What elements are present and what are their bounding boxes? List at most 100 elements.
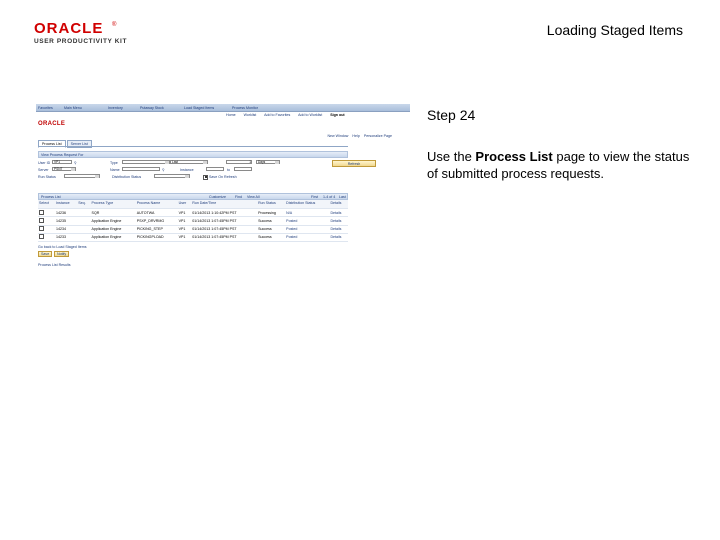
col-distribution-status[interactable]: Distribution Status [285, 200, 330, 210]
row-checkbox[interactable] [39, 226, 44, 232]
row-select[interactable] [38, 208, 56, 218]
cell-run-date: 01/14/2013 1:10:42PM PST [191, 208, 258, 218]
nav-main-menu[interactable]: Main Menu [64, 106, 82, 110]
server-label: Server [38, 168, 49, 172]
sign-out-link[interactable]: Sign out [330, 113, 344, 117]
page-links: New Window Help Personalize Page [324, 134, 392, 138]
cell-process-type: Application Engine [90, 216, 136, 226]
cell-distribution-status[interactable]: Posted [285, 225, 330, 234]
grid-view-all-link[interactable]: View All [247, 195, 260, 199]
cell-run-status: Success [257, 216, 286, 226]
last-value-input[interactable]: 1 [226, 160, 252, 164]
last-select[interactable]: Last [170, 160, 208, 164]
col-instance[interactable]: Instance [55, 200, 78, 210]
new-window-link[interactable]: New Window [327, 134, 348, 138]
row-checkbox[interactable] [39, 217, 44, 223]
add-favorites-link[interactable]: Add to Favorites [264, 113, 290, 117]
row-select[interactable] [38, 216, 56, 226]
cell-user: VP1 [177, 208, 192, 218]
cell-seq [77, 233, 91, 242]
universal-links: Home Worklist Add to Favorites Add to Wo… [226, 113, 352, 117]
grid-first-link[interactable]: First [311, 195, 318, 199]
distribution-status-label: Distribution Status [112, 175, 142, 179]
server-select[interactable]: PSNT [52, 167, 76, 171]
nav-favorites[interactable]: Favorites [38, 106, 53, 110]
row-checkbox[interactable] [39, 209, 44, 215]
nav-putaway-stock[interactable]: Putaway Stock [140, 106, 164, 110]
cell-process-type: Application Engine [90, 225, 136, 234]
search-icon[interactable]: ⚲ [74, 161, 77, 165]
cell-run-date: 01/14/2013 1:07:45PM PST [191, 225, 258, 234]
cell-instance: 14234 [55, 225, 78, 234]
nav-load-staged-items[interactable]: Load Staged Items [184, 106, 214, 110]
col-run-status[interactable]: Run Status [257, 200, 286, 210]
user-id-input[interactable]: VP1 [52, 160, 72, 164]
step-text-bold: Process List [475, 149, 553, 164]
row-select[interactable] [38, 225, 56, 234]
grid-title: Process List [41, 194, 61, 199]
cell-distribution-status[interactable]: Posted [285, 233, 330, 242]
cell-seq [77, 216, 91, 226]
instance-to-input[interactable] [234, 167, 252, 171]
instance-from-input[interactable] [206, 167, 224, 171]
cell-process-type: SQR [90, 208, 136, 218]
cell-distribution-status[interactable]: Posted [285, 216, 330, 226]
table-header-row: Select Instance Seq. Process Type Proces… [38, 200, 348, 210]
table-row: 14233 Application Engine PICKINGPLOAD VP… [38, 233, 348, 242]
cell-details-link[interactable]: Details [329, 233, 348, 242]
col-process-type[interactable]: Process Type [90, 200, 136, 210]
type-select[interactable] [122, 160, 170, 164]
save-on-refresh-label: Save On Refresh [209, 175, 237, 179]
document-title: Loading Staged Items [546, 22, 683, 38]
cell-distribution-status[interactable]: N/A [285, 208, 330, 218]
breadcrumb-bar: Favorites Main Menu Inventory Putaway St… [36, 104, 410, 112]
process-list-screenshot: Favorites Main Menu Inventory Putaway St… [36, 104, 410, 270]
name-input[interactable] [122, 167, 160, 171]
notify-button[interactable]: Notify [54, 251, 70, 257]
grid-customize-link[interactable]: Customize [209, 195, 226, 199]
process-list-grid-header: Process List Customize Find View All Fir… [38, 193, 348, 200]
grid-count: 1-4 of 4 [323, 194, 336, 199]
cell-details-link[interactable]: Details [329, 208, 348, 218]
cell-user: VP1 [177, 216, 192, 226]
worklist-link[interactable]: Worklist [244, 113, 257, 117]
col-process-name[interactable]: Process Name [135, 200, 178, 210]
step-text-before: Use the [427, 149, 476, 164]
save-button[interactable]: Save [38, 251, 53, 257]
cell-run-status: Success [257, 225, 286, 234]
add-worklist-link[interactable]: Add to Worklist [298, 113, 322, 117]
process-results-link[interactable]: Process List Results [38, 263, 71, 267]
name-search-icon[interactable]: ⚲ [162, 168, 165, 172]
cell-details-link[interactable]: Details [329, 216, 348, 226]
home-link[interactable]: Home [226, 113, 236, 117]
grid-find-link[interactable]: Find [235, 195, 242, 199]
col-seq[interactable]: Seq. [77, 200, 91, 210]
grid-last-link[interactable]: Last [339, 195, 346, 199]
row-checkbox[interactable] [39, 234, 44, 240]
col-details[interactable]: Details [329, 200, 348, 210]
row-select[interactable] [38, 233, 56, 242]
app-logo: ORACLE [38, 121, 66, 127]
distribution-status-select[interactable] [154, 174, 190, 178]
col-run-date-time[interactable]: Run Date/Time [191, 200, 258, 210]
nav-process-monitor[interactable]: Process Monitor [232, 106, 258, 110]
step-number: Step 24 [427, 107, 476, 123]
refresh-button[interactable]: Refresh [332, 160, 376, 167]
user-id-label: User ID [38, 161, 51, 165]
col-select[interactable]: Select [38, 200, 56, 210]
nav-inventory[interactable]: Inventory [108, 106, 123, 110]
name-label: Name [110, 168, 120, 172]
personalize-page-link[interactable]: Personalize Page [364, 134, 392, 138]
help-link[interactable]: Help [352, 134, 359, 138]
go-back-link[interactable]: Go back to Load Staged Items [38, 245, 87, 249]
cell-process-name: AUTOTWA [135, 208, 178, 218]
cell-seq [77, 208, 91, 218]
cell-process-name: PSXP_DRVRMG [135, 216, 178, 226]
cell-run-status: Success [257, 233, 286, 242]
run-status-select[interactable] [64, 174, 100, 178]
to-label: to [227, 168, 230, 172]
col-user[interactable]: User [177, 200, 192, 210]
cell-details-link[interactable]: Details [329, 225, 348, 234]
last-unit-select[interactable]: Days [256, 160, 280, 164]
save-on-refresh-checkbox[interactable] [203, 174, 208, 180]
